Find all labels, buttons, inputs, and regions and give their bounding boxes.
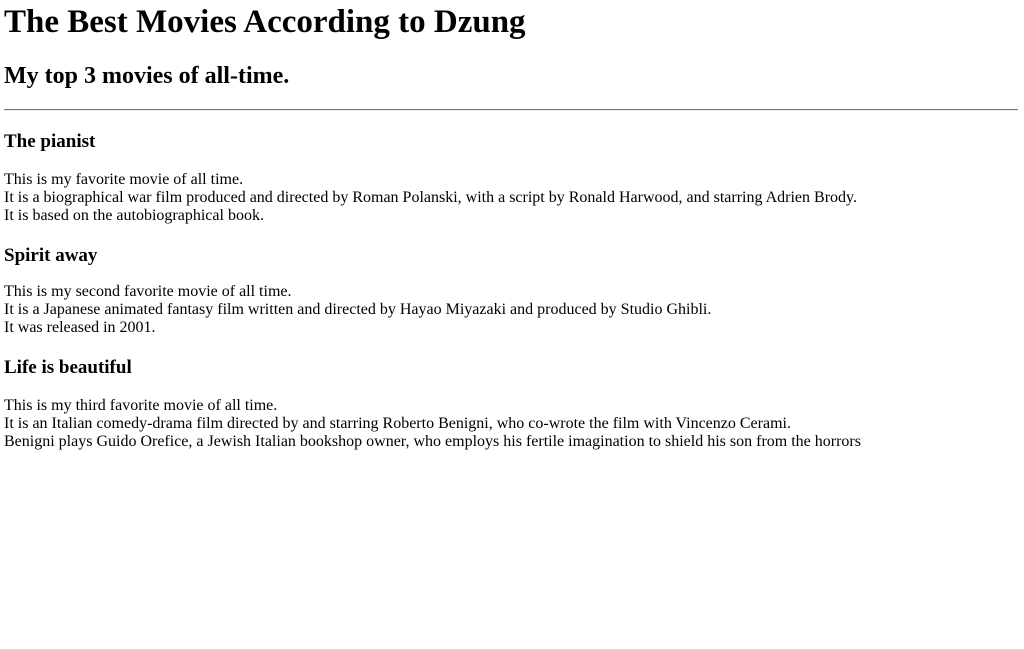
movie-description-line: It was released in 2001.	[4, 319, 156, 336]
movie-description-line: It is based on the autobiographical book…	[4, 207, 264, 224]
movie-description-the-pianist: This is my favorite movie of all time. I…	[4, 171, 857, 225]
movie-title-spirit-away: Spirit away	[4, 245, 98, 266]
movie-description-life-is-beautiful: This is my third favorite movie of all t…	[4, 397, 861, 451]
movie-title-the-pianist: The pianist	[4, 131, 96, 152]
movie-description-line: This is my third favorite movie of all t…	[4, 397, 278, 414]
divider	[4, 109, 1018, 111]
movie-description-line: Benigni plays Guido Orefice, a Jewish It…	[4, 433, 861, 450]
movie-title-life-is-beautiful: Life is beautiful	[4, 357, 132, 378]
movie-description-line: It is a Japanese animated fantasy film w…	[4, 301, 712, 318]
movie-description-line: It is an Italian comedy-drama film direc…	[4, 415, 791, 432]
movie-description-line: This is my second favorite movie of all …	[4, 283, 292, 300]
movie-description-line: It is a biographical war film produced a…	[4, 189, 857, 206]
page-title: The Best Movies According to Dzung	[4, 4, 526, 40]
movie-description-line: This is my favorite movie of all time.	[4, 171, 244, 188]
page-subtitle: My top 3 movies of all-time.	[4, 63, 290, 89]
movie-description-spirit-away: This is my second favorite movie of all …	[4, 283, 711, 337]
